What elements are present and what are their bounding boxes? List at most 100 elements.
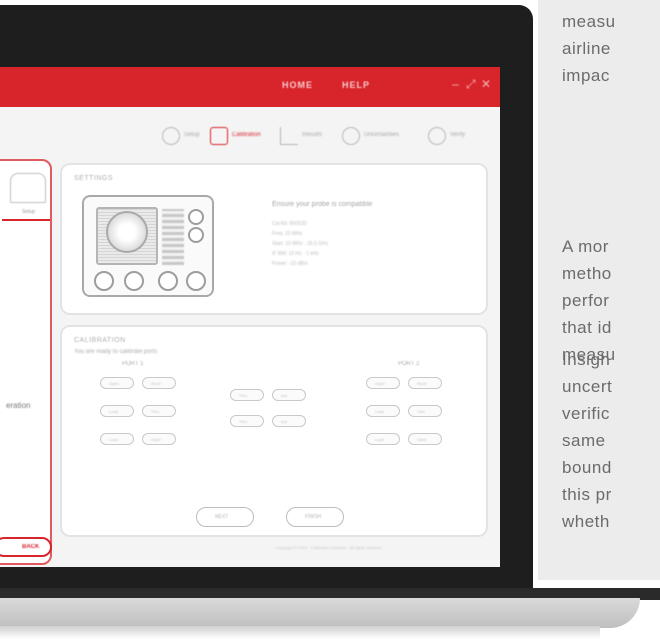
tool-label: Verify — [450, 132, 466, 138]
close-icon[interactable]: ✕ — [481, 77, 491, 91]
left-step-card: Setup eration BACK — [0, 159, 52, 565]
settings-line: Start: 10 MHz - 26.5 GHz — [272, 241, 329, 247]
gear-icon — [342, 127, 360, 145]
laptop-base — [0, 588, 660, 639]
port1-load-button[interactable]: Load — [100, 405, 134, 417]
paragraph-line: Insigh — [562, 350, 611, 369]
pill-label: Thru — [239, 393, 248, 398]
port2-short-button[interactable]: Short — [408, 377, 442, 389]
knob — [188, 227, 204, 243]
paragraph-line: airline — [562, 39, 611, 58]
settings-panel: SETTINGS Ensure your probe is compatible… — [60, 163, 488, 315]
paragraph-line: A mor — [562, 237, 609, 256]
tool-label: Results — [302, 132, 323, 138]
pill-label: Load — [375, 409, 384, 414]
next-button[interactable]: NEXT — [196, 507, 254, 527]
paragraph-line: that id — [562, 318, 612, 337]
thru-button[interactable]: Thru — [230, 389, 264, 401]
port1-open2-button[interactable]: Open — [142, 433, 176, 445]
port1-open-button[interactable]: Open — [100, 377, 134, 389]
settings-line: Freq: 10 MHz — [272, 231, 303, 237]
port2-thru-button[interactable]: Thru — [408, 405, 442, 417]
paragraph-line: wheth — [562, 512, 610, 531]
pill-label: Open — [109, 381, 119, 386]
menu-home[interactable]: HOME — [282, 80, 313, 90]
minimize-icon[interactable]: – — [452, 77, 459, 91]
calibration-title: CALIBRATION — [74, 337, 126, 344]
tool-label: Setup — [184, 132, 200, 138]
setup-icon — [162, 127, 180, 145]
thru2-button[interactable]: Thru — [230, 415, 264, 427]
instrument-dial — [106, 211, 148, 253]
isolation-button[interactable]: Isol — [272, 389, 306, 401]
instrument-keypad — [162, 209, 184, 265]
port1-load2-button[interactable]: Load — [100, 433, 134, 445]
settings-line: IF BW: 10 Hz - 1 kHz — [272, 251, 319, 257]
back-button-label: BACK — [22, 544, 40, 550]
tool-label: Calibration — [232, 132, 261, 138]
tool-label: Uncertainties — [364, 132, 400, 138]
calibration-panel: CALIBRATION You are ready to calibrate p… — [60, 325, 488, 537]
pill-label: Load — [109, 437, 118, 442]
finish-button[interactable]: FINISH — [286, 507, 344, 527]
article-text-panel: measu airline impac A mor metho perfor t… — [538, 0, 660, 580]
laptop-keyboard-deck — [0, 598, 640, 628]
paragraph-line: this pr — [562, 485, 612, 504]
port2-open-button[interactable]: Open — [366, 377, 400, 389]
pill-label: Short — [417, 381, 427, 386]
port1-thru-button[interactable]: Thru — [142, 405, 176, 417]
paragraph-3: Insigh uncert verific same bound this pr… — [562, 346, 660, 535]
pill-label: Open — [375, 381, 385, 386]
paragraph-line: perfor — [562, 291, 610, 310]
port1-short-button[interactable]: Short — [142, 377, 176, 389]
port2-load2-button[interactable]: Load — [366, 433, 400, 445]
port2-label: PORT 2 — [398, 361, 420, 367]
divider — [2, 219, 50, 221]
app-window: HOME HELP – ⤢ ✕ Setup Calibration Result… — [0, 67, 500, 567]
calibration-subtitle: You are ready to calibrate ports — [74, 349, 158, 355]
pill-label: Thru — [239, 419, 248, 424]
paragraph-line: verific — [562, 404, 610, 423]
toolbar: Setup Calibration Results Uncertainties … — [0, 107, 500, 157]
magnifier-icon — [428, 127, 446, 145]
menu-help[interactable]: HELP — [342, 80, 370, 90]
port-connector — [186, 271, 206, 291]
pill-label: Load — [375, 437, 384, 442]
isolation2-button[interactable]: Isol — [272, 415, 306, 427]
settings-line: Power: -10 dBm — [272, 261, 308, 267]
instrument-illustration — [82, 195, 214, 297]
pill-label: Isol — [281, 419, 288, 424]
paragraph-line: uncert — [562, 377, 613, 396]
paragraph-line: bound — [562, 458, 612, 477]
paragraph-line: impac — [562, 66, 610, 85]
paragraph-1: measu airline impac — [562, 8, 660, 89]
port-connector — [124, 271, 144, 291]
calendar-icon — [210, 127, 228, 145]
pill-label: Open — [417, 437, 427, 442]
next-button-label: NEXT — [215, 514, 229, 520]
pill-label: Thru — [417, 409, 426, 414]
step-label: eration — [6, 401, 31, 410]
pill-label: Short — [151, 381, 161, 386]
paragraph-line: measu — [562, 12, 616, 31]
pill-label: Load — [109, 409, 118, 414]
device-caption: Setup — [22, 209, 36, 215]
settings-line: Cal Kit: 85052D — [272, 221, 308, 227]
port-connector — [94, 271, 114, 291]
pill-label: Isol — [281, 393, 288, 398]
port2-open2-button[interactable]: Open — [408, 433, 442, 445]
port2-load-button[interactable]: Load — [366, 405, 400, 417]
laptop-shadow — [0, 626, 600, 639]
knob — [188, 209, 204, 225]
settings-title: SETTINGS — [74, 175, 114, 182]
port1-label: PORT 1 — [122, 361, 144, 367]
footer-copyright: Copyright © 2023 · Calibration software … — [276, 545, 382, 550]
finish-button-label: FINISH — [305, 514, 322, 520]
paragraph-line: same — [562, 431, 606, 450]
paragraph-line: metho — [562, 264, 612, 283]
back-button[interactable]: BACK — [0, 537, 52, 557]
maximize-icon[interactable]: ⤢ — [466, 77, 476, 92]
pill-label: Thru — [151, 409, 160, 414]
title-bar: HOME HELP – ⤢ ✕ — [0, 67, 500, 107]
chart-icon — [280, 127, 298, 145]
